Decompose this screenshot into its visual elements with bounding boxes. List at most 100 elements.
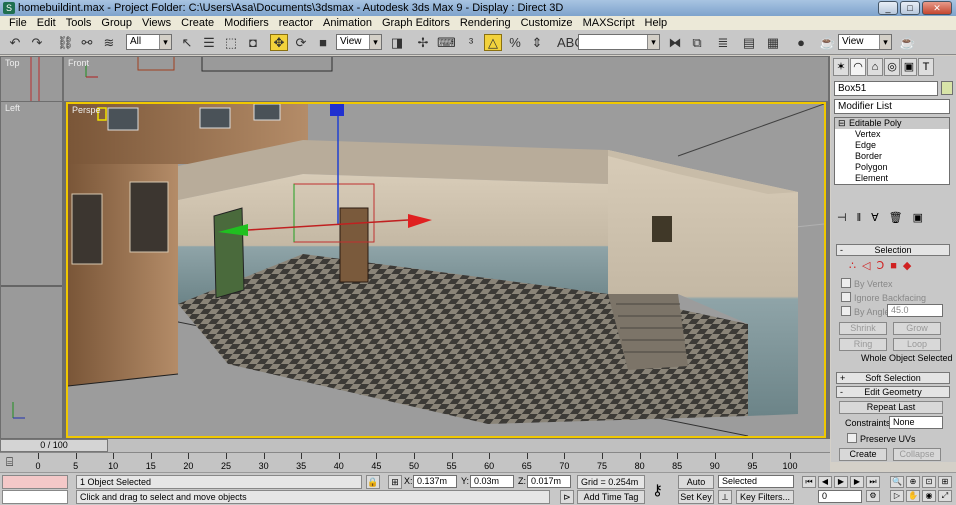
time-slider-track[interactable]: 0 / 100	[0, 439, 830, 452]
stack-item-editable-poly[interactable]: ⊟ Editable Poly	[835, 118, 949, 129]
zoom-all-icon[interactable]: ⊕	[906, 476, 920, 488]
make-unique-icon[interactable]: ∀	[871, 212, 889, 224]
open-mini-curve-editor-icon[interactable]: ⌸	[6, 455, 13, 470]
by-angle-checkbox[interactable]: By Angle:	[841, 306, 892, 318]
loop-button[interactable]: Loop	[893, 338, 941, 351]
go-to-start-icon[interactable]: ⏮	[802, 476, 816, 488]
border-mode-icon[interactable]: Ↄ	[876, 260, 890, 272]
y-coordinate-input[interactable]: 0.03m	[470, 475, 514, 488]
menu-maxscript[interactable]: MAXScript	[578, 16, 640, 30]
render-scene-icon[interactable]: ☕	[818, 34, 836, 51]
maximize-viewport-icon[interactable]: ⤢	[938, 490, 952, 502]
percent-snap-icon[interactable]: %	[506, 34, 524, 51]
maxscript-listener[interactable]	[2, 475, 68, 489]
viewport-front[interactable]: Front	[64, 57, 828, 101]
link-icon[interactable]: ⛓	[56, 34, 74, 51]
stack-item-element[interactable]: Element	[835, 173, 949, 184]
mirror-icon[interactable]: ⧓	[666, 34, 684, 51]
go-to-end-icon[interactable]: ⏭	[866, 476, 880, 488]
lock-selection-icon[interactable]: 🔒	[366, 475, 380, 489]
modify-tab-icon[interactable]: ◠	[850, 58, 866, 76]
play-icon[interactable]: ▶	[834, 476, 848, 488]
auto-key-button[interactable]: Auto Key	[678, 475, 714, 499]
named-selection-dropdown[interactable]	[578, 34, 660, 50]
next-frame-icon[interactable]: ▶	[850, 476, 864, 488]
set-key-button[interactable]: Set Key	[678, 490, 714, 504]
utilities-tab-icon[interactable]: T	[918, 58, 934, 76]
menu-views[interactable]: Views	[137, 16, 176, 30]
modifier-list-dropdown[interactable]: Modifier List	[834, 99, 950, 114]
stack-item-vertex[interactable]: Vertex	[835, 129, 949, 140]
pivot-center-icon[interactable]: ◨	[388, 34, 406, 51]
polygon-mode-icon[interactable]: ■	[890, 260, 903, 272]
menu-help[interactable]: Help	[640, 16, 673, 30]
stack-item-edge[interactable]: Edge	[835, 140, 949, 151]
create-button[interactable]: Create	[839, 448, 887, 461]
create-tab-icon[interactable]: ✶	[833, 58, 849, 76]
collapse-icon[interactable]: ⊟	[838, 118, 846, 129]
edge-mode-icon[interactable]: ◁	[862, 260, 876, 272]
selection-filter-dropdown[interactable]: All	[126, 34, 172, 50]
track-bar[interactable]: 0 5 10 15 20 25 30 35 40 45 50 55 60 65 70 75 80 85 90 95 10…	[0, 452, 830, 472]
close-button[interactable]: ✕	[922, 1, 952, 15]
menu-customize[interactable]: Customize	[516, 16, 578, 30]
select-move-icon[interactable]: ✥	[270, 34, 288, 51]
stack-item-border[interactable]: Border	[835, 151, 949, 162]
x-coordinate-input[interactable]: 0.137m	[413, 475, 457, 488]
show-end-result-icon[interactable]: ‖	[857, 212, 872, 224]
zoom-extents-all-icon[interactable]: ⊞	[938, 476, 952, 488]
soft-selection-rollout-header[interactable]: + Soft Selection	[836, 372, 950, 384]
current-frame-input[interactable]: 0	[818, 490, 862, 503]
hierarchy-tab-icon[interactable]: ⌂	[867, 58, 883, 76]
motion-tab-icon[interactable]: ◎	[884, 58, 900, 76]
pan-view-icon[interactable]: ✋	[906, 490, 920, 502]
edit-named-selection-icon[interactable]: ABC	[556, 34, 584, 51]
select-rotate-icon[interactable]: ⟳	[292, 34, 310, 51]
viewport-top-label[interactable]: Top	[5, 58, 20, 68]
menu-group[interactable]: Group	[96, 16, 137, 30]
menu-animation[interactable]: Animation	[318, 16, 377, 30]
menu-modifiers[interactable]: Modifiers	[219, 16, 274, 30]
z-coordinate-input[interactable]: 0.017m	[527, 475, 571, 488]
ignore-backfacing-checkbox[interactable]: Ignore Backfacing	[841, 292, 926, 304]
pin-stack-icon[interactable]: ⊣	[837, 212, 857, 224]
app-icon[interactable]: S	[3, 2, 15, 14]
maxscript-mini-listener[interactable]	[2, 490, 68, 504]
angle-snap-icon[interactable]: △	[484, 34, 502, 51]
remove-modifier-icon[interactable]: 🗑	[889, 212, 913, 224]
quick-render-icon[interactable]: ☕	[898, 34, 916, 51]
object-color-swatch[interactable]	[941, 81, 953, 95]
edit-geometry-rollout-header[interactable]: - Edit Geometry	[836, 386, 950, 398]
ring-button[interactable]: Ring	[839, 338, 887, 351]
vertex-mode-icon[interactable]: ∴	[849, 260, 862, 272]
key-mode-dropdown[interactable]: Selected	[718, 475, 794, 488]
time-tag-icon[interactable]: ⊳	[560, 490, 574, 504]
viewport-left-label[interactable]: Left	[5, 103, 20, 113]
viewport-front-label[interactable]: Front	[68, 58, 89, 68]
menu-file[interactable]: File	[4, 16, 32, 30]
material-editor-icon[interactable]: ●	[792, 34, 810, 51]
keyboard-shortcut-icon[interactable]: ⌨	[436, 34, 456, 51]
maximize-button[interactable]: □	[900, 1, 920, 15]
rect-selection-icon[interactable]: ⬚	[222, 34, 240, 51]
menu-rendering[interactable]: Rendering	[455, 16, 516, 30]
snap-3d-icon[interactable]: ³	[462, 34, 480, 51]
bind-space-warp-icon[interactable]: ≋	[100, 34, 118, 51]
menu-edit[interactable]: Edit	[32, 16, 61, 30]
menu-graph-editors[interactable]: Graph Editors	[377, 16, 455, 30]
stack-item-polygon[interactable]: Polygon	[835, 162, 949, 173]
repeat-last-button[interactable]: Repeat Last	[839, 401, 943, 414]
constraints-dropdown[interactable]: None	[889, 416, 943, 429]
default-in-out-tangent-icon[interactable]: ⚷	[652, 481, 663, 499]
time-slider[interactable]: 0 / 100	[0, 439, 108, 452]
time-configuration-icon[interactable]: ⚙	[866, 490, 880, 502]
viewport-top[interactable]: Top	[1, 57, 62, 101]
add-time-tag-button[interactable]: Add Time Tag	[577, 490, 645, 504]
redo-icon[interactable]: ↷	[28, 34, 46, 51]
align-icon[interactable]: ⧉	[688, 34, 706, 51]
reference-coord-dropdown[interactable]: View	[336, 34, 382, 50]
preserve-uvs-checkbox[interactable]: Preserve UVs	[847, 433, 916, 445]
layer-manager-icon[interactable]: ≣	[714, 34, 732, 51]
configure-sets-icon[interactable]: ▣	[913, 212, 933, 224]
display-tab-icon[interactable]: ▣	[901, 58, 917, 76]
